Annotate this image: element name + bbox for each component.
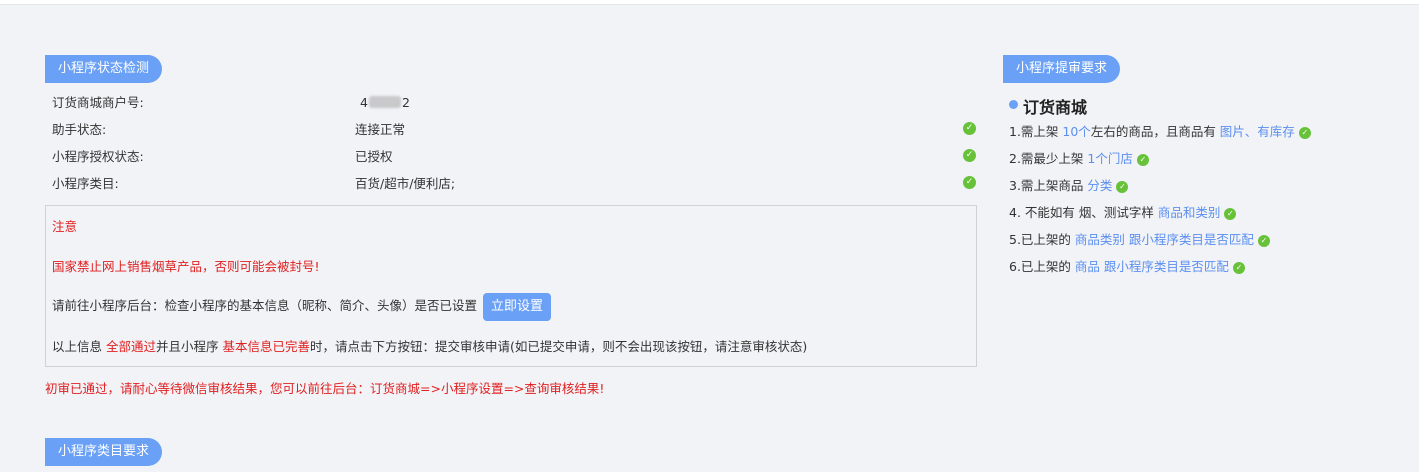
redacted-mask xyxy=(368,96,401,108)
review-requirements-title: 小程序提审要求 xyxy=(1003,55,1121,83)
check-icon: ✓ xyxy=(1224,208,1237,220)
requirement-item: 6.已上架的 商品 跟小程序类目是否匹配 ✓ xyxy=(1009,257,1245,277)
tobacco-warning: 国家禁止网上销售烟草产品，否则可能会被封号! xyxy=(52,259,320,274)
notice-box: 注意 国家禁止网上销售烟草产品，否则可能会被封号! 请前往小程序后台：检查小程序… xyxy=(45,205,977,367)
setup-now-button[interactable]: 立即设置 xyxy=(483,293,552,321)
check-icon: ✓ xyxy=(1232,262,1245,274)
merchant-id-value: 42 xyxy=(360,95,410,110)
merchant-id-label: 订货商城商户号: xyxy=(52,95,144,110)
category-requirements-title: 小程序类目要求 xyxy=(45,438,163,466)
review-passed-message: 初审已通过，请耐心等待微信审核结果，您可以前往后台：订货商城=>小程序设置=>查… xyxy=(45,381,605,396)
requirement-item: 3.需上架商品 分类 ✓ xyxy=(1009,176,1129,196)
check-icon: ✓ xyxy=(1116,181,1129,193)
check-icon: ✓ xyxy=(963,176,976,189)
store-subtitle: 订货商城 xyxy=(1023,98,1088,117)
requirement-item: 1.需上架 10个左右的商品，且商品有 图片、有库存 ✓ xyxy=(1009,122,1311,142)
top-divider xyxy=(0,0,1419,5)
check-icon: ✓ xyxy=(1136,154,1149,166)
notice-title: 注意 xyxy=(52,219,78,234)
check-icon: ✓ xyxy=(963,149,976,162)
requirement-item: 2.需最少上架 1个门店 ✓ xyxy=(1009,149,1149,169)
assistant-status-label: 助手状态: xyxy=(52,122,107,137)
bullet-dot xyxy=(1009,100,1018,109)
assistant-status-value: 连接正常 xyxy=(355,122,406,137)
submit-instructions: 以上信息 全部通过并且小程序 基本信息已完善时，请点击下方按钮：提交审核申请(如… xyxy=(52,339,808,354)
status-check-title: 小程序状态检测 xyxy=(45,55,163,83)
basic-info-text: 请前往小程序后台：检查小程序的基本信息（昵称、简介、头像）是否已设置 xyxy=(52,298,478,313)
auth-status-value: 已授权 xyxy=(355,149,393,164)
auth-status-label: 小程序授权状态: xyxy=(52,149,144,164)
requirement-item: 4. 不能如有 烟、测试字样 商品和类别 ✓ xyxy=(1009,203,1237,223)
category-label: 小程序类目: xyxy=(52,176,119,191)
category-value: 百货/超市/便利店; xyxy=(355,176,456,191)
basic-info-check: 请前往小程序后台：检查小程序的基本信息（昵称、简介、头像）是否已设置 立即设置 xyxy=(52,292,552,321)
requirement-item: 5.已上架的 商品类别 跟小程序类目是否匹配 ✓ xyxy=(1009,230,1270,250)
check-icon: ✓ xyxy=(1257,235,1270,247)
check-icon: ✓ xyxy=(1298,127,1311,139)
check-icon: ✓ xyxy=(963,122,976,135)
